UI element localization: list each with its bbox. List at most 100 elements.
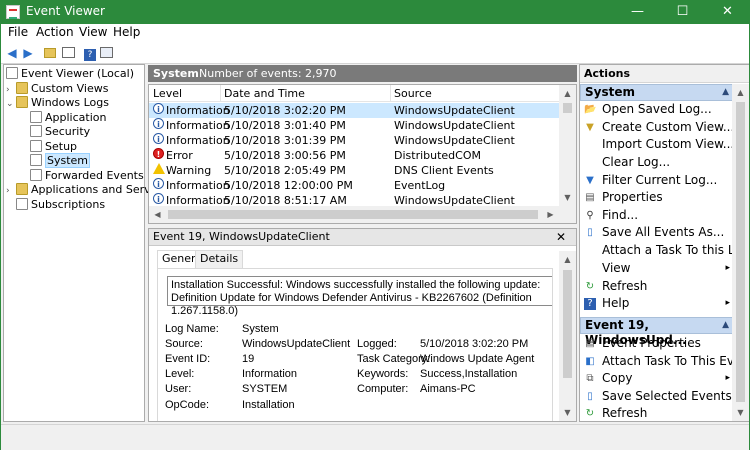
scroll-thumb[interactable] [563,103,572,113]
chevron-right-icon[interactable]: › [6,83,16,97]
table-row[interactable]: i Information 5/10/2018 3:01:40 PM Windo… [149,118,559,133]
tree-item-custom-views[interactable]: › Custom Views [6,82,108,96]
action-properties[interactable]: ▤ Properties [580,189,734,206]
column-date-and-time[interactable]: Date and Time [224,87,305,100]
column-source[interactable]: Source [394,87,432,100]
menu-action[interactable]: Action [36,25,74,39]
close-icon[interactable]: ✕ [556,229,566,245]
chevron-down-icon[interactable]: ⌄ [6,97,16,111]
toolbar: ◀ ▶ ? [0,42,750,64]
actions-group-system[interactable]: System ▲ [580,84,734,101]
row-level: Information [166,179,230,192]
action-attach-task-to-event[interactable]: ◧ Attach Task To This Ev... [580,353,734,370]
information-icon: i [153,103,164,114]
help-icon[interactable]: ? [82,45,98,61]
tree-item-application[interactable]: Application [30,111,106,125]
maximize-button[interactable]: ☐ [660,0,705,24]
collapse-icon[interactable]: ▲ [722,85,729,100]
row-date: 5/10/2018 2:05:49 PM [224,164,346,177]
log-icon [30,154,42,166]
event-message[interactable]: Installation Successful: Windows success… [167,276,552,317]
show-hide-console-tree-icon[interactable] [60,45,76,61]
event-list-vertical-scrollbar[interactable]: ▲ ▼ [559,85,576,206]
event-detail-title: Event 19, WindowsUpdateClient [153,230,330,243]
opcode-label: OpCode: [165,399,210,411]
information-icon: i [153,118,164,129]
scroll-left-icon[interactable]: ◀ [149,206,166,223]
row-date: 5/10/2018 3:00:56 PM [224,149,346,162]
source-value: WindowsUpdateClient [242,338,351,350]
actions-group-event[interactable]: Event 19, WindowsUpd... ▲ [580,317,734,347]
source-label: Source: [165,338,203,350]
tab-details[interactable]: Details [195,250,244,268]
scroll-thumb[interactable] [563,270,572,378]
action-refresh-event[interactable]: ↻ Refresh [580,405,734,422]
menu-bar: File Action View Help [0,24,750,42]
row-date: 5/10/2018 3:02:20 PM [224,104,346,117]
menu-file[interactable]: File [8,25,28,39]
log-header: System Number of events: 2,970 [148,65,577,82]
scroll-right-icon[interactable]: ▶ [542,206,559,223]
scroll-up-icon[interactable]: ▲ [559,85,576,102]
event-viewer-icon [6,67,18,79]
minimize-button[interactable]: — [615,0,660,24]
action-refresh[interactable]: ↻ Refresh [580,278,734,295]
logged-value: 5/10/2018 3:02:20 PM [420,338,529,350]
tree-item-security[interactable]: Security [30,125,90,139]
action-attach-task-to-log[interactable]: Attach a Task To this L... [580,242,734,259]
back-icon[interactable]: ◀ [4,45,20,61]
title-bar: Event Viewer — ☐ ✕ [0,0,750,24]
submenu-arrow-icon: ▸ [725,298,730,308]
table-row[interactable]: i Information 5/10/2018 12:00:00 PM Even… [149,178,559,193]
log-name-value: System [242,323,279,335]
up-folder-icon[interactable] [42,45,58,61]
detail-vertical-scrollbar[interactable]: ▲ ▼ [559,251,576,421]
action-clear-log[interactable]: Clear Log... [580,154,734,171]
column-level[interactable]: Level [153,87,182,100]
tree-item-setup[interactable]: Setup [30,140,77,154]
table-row[interactable]: Warning 5/10/2018 2:05:49 PM DNS Client … [149,163,559,178]
action-save-selected-events[interactable]: ▯ Save Selected Events... [580,388,734,405]
collapse-icon[interactable]: ▲ [722,318,729,333]
table-row[interactable]: i Information 5/10/2018 3:02:20 PM Windo… [149,103,559,118]
action-create-custom-view[interactable]: ▼ Create Custom View... [580,119,734,136]
scroll-thumb[interactable] [736,102,745,402]
tree-item-windows-logs[interactable]: ⌄ Windows Logs [6,96,109,110]
actions-vertical-scrollbar[interactable]: ▲ ▼ [732,84,749,421]
general-tab-pane: Installation Successful: Windows success… [157,268,553,421]
tree-item-event-viewer-local[interactable]: Event Viewer (Local) [6,67,134,81]
scroll-thumb[interactable] [168,210,538,219]
actions-pane: Actions System ▲ 📂 Open Saved Log... ▼ Crea… [579,64,750,422]
scroll-down-icon[interactable]: ▼ [732,404,749,421]
table-row[interactable]: i Information 5/10/2018 3:01:39 PM Windo… [149,133,559,148]
task-category-value: Windows Update Agent [420,353,535,365]
chevron-right-icon[interactable]: › [6,184,16,198]
action-view[interactable]: View ▸ [580,260,734,277]
action-save-all-events-as[interactable]: ▯ Save All Events As... [580,224,734,241]
tree-item-subscriptions[interactable]: Subscriptions [16,198,105,212]
menu-view[interactable]: View [79,25,107,39]
action-open-saved-log[interactable]: 📂 Open Saved Log... [580,101,734,118]
status-bar [0,424,750,450]
table-row[interactable]: ! Error 5/10/2018 3:00:56 PM Distributed… [149,148,559,163]
tree-item-forwarded-events[interactable]: Forwarded Events [30,169,144,183]
row-source: WindowsUpdateClient [394,119,515,132]
action-event-properties[interactable]: ▤ Event Properties [580,335,734,352]
log-icon [30,125,42,137]
action-copy[interactable]: ⧉ Copy ▸ [580,370,734,387]
action-help[interactable]: ? Help ▸ [580,295,734,312]
scroll-up-icon[interactable]: ▲ [559,251,576,268]
menu-help[interactable]: Help [113,25,140,39]
log-name: System [153,67,199,80]
scroll-down-icon[interactable]: ▼ [559,404,576,421]
action-filter-current-log[interactable]: ▼ Filter Current Log... [580,172,734,189]
scroll-up-icon[interactable]: ▲ [732,84,749,101]
forward-icon[interactable]: ▶ [20,45,36,61]
action-import-custom-view[interactable]: Import Custom View... [580,136,734,153]
action-find[interactable]: ⚲ Find... [580,207,734,224]
event-list-horizontal-scrollbar[interactable]: ◀ ▶ [149,206,576,223]
tree-item-system[interactable]: System [30,153,91,168]
close-button[interactable]: ✕ [705,0,750,24]
scroll-down-icon[interactable]: ▼ [559,189,576,206]
show-hide-action-pane-icon[interactable] [98,45,114,61]
